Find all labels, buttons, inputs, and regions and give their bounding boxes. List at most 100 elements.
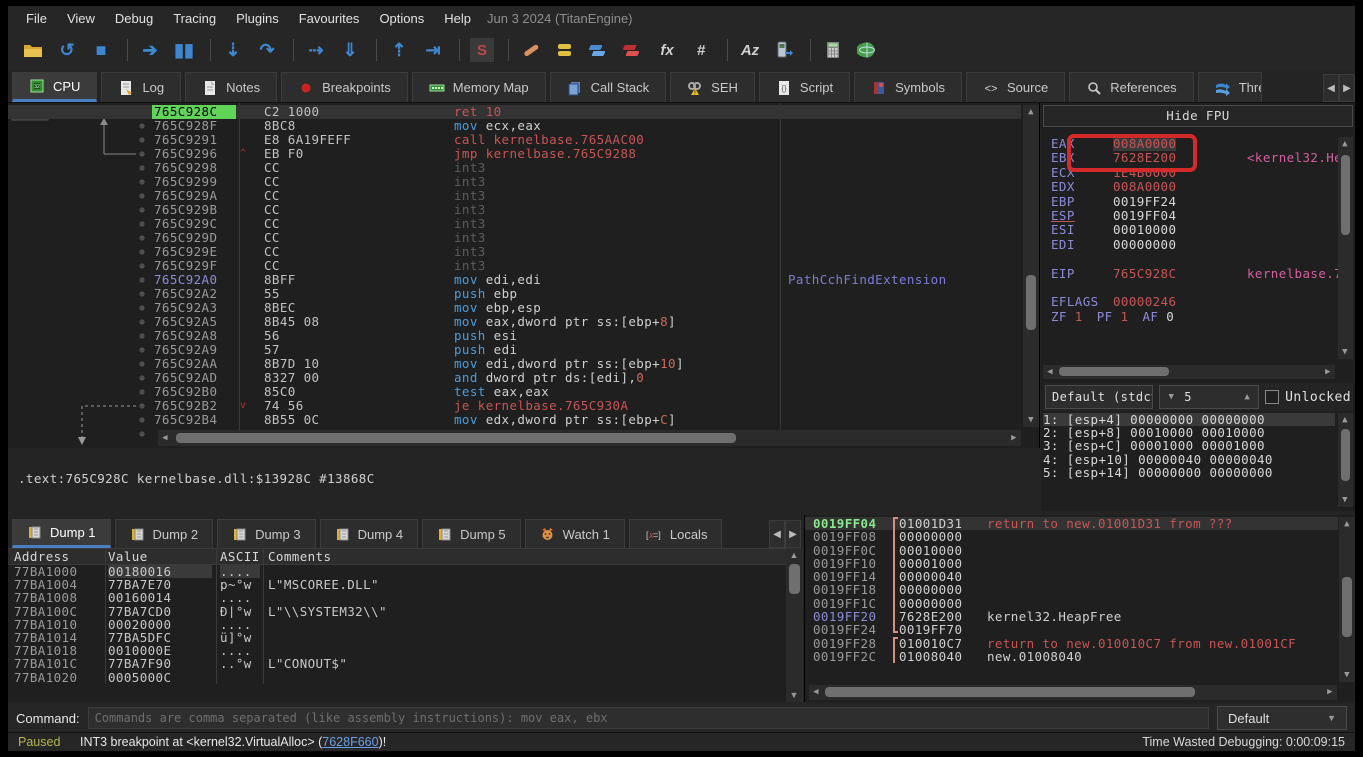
calling-convention-select[interactable]: Default (stdc▼ [1045, 385, 1153, 409]
menu-help[interactable]: Help [434, 8, 481, 29]
menu-options[interactable]: Options [369, 8, 434, 29]
tab-scroll-right-button[interactable]: ▶ [1339, 74, 1355, 102]
dump-row[interactable]: 77BA101000020000.... [8, 618, 786, 631]
disasm-row[interactable]: 765C92A08BFFmov edi,ediPathCchFindExtens… [8, 273, 1021, 287]
disasm-row[interactable]: 765C92A856push esi [8, 329, 1021, 343]
disasm-row[interactable]: 765C929ACCint3 [8, 189, 1021, 203]
disasm-row[interactable]: 765C929DCCint3 [8, 231, 1021, 245]
stack-row[interactable]: 0019FF28010010C7return to new.010010C7 f… [805, 637, 1338, 650]
tab-notes[interactable]: Notes [185, 72, 277, 102]
tab-threads[interactable]: Threads [1198, 72, 1262, 102]
restart-icon[interactable]: ↺ [52, 36, 82, 64]
seh-chain-icon[interactable]: S [467, 36, 497, 64]
patch-icon[interactable] [516, 36, 546, 64]
hash-icon[interactable]: # [686, 36, 716, 64]
menu-tracing[interactable]: Tracing [163, 8, 226, 29]
stack-row[interactable]: 0019FF1C00000000 [805, 597, 1338, 610]
disasm-row[interactable]: 765C9291E8 6A19FEFFcall kernelbase.765AA… [8, 133, 1021, 147]
tab-call-stack[interactable]: Call Stack [550, 72, 667, 102]
disasm-row[interactable]: 765C929FCCint3 [8, 259, 1021, 273]
disasm-row[interactable]: 765C9299CCint3 [8, 175, 1021, 189]
arguments-vertical-scrollbar[interactable]: ▲ ▼ [1338, 413, 1353, 507]
argument-row[interactable]: 5: [esp+14] 00000000 00000000 [1043, 466, 1335, 479]
disasm-row[interactable]: 765C92B085C0test eax,eax [8, 385, 1021, 399]
disassembly-pane[interactable]: EIP 765C928CC2 1000ret 10765C928F8BC8mov… [8, 103, 1040, 448]
step-out-icon[interactable]: ⇡ [384, 36, 414, 64]
stack-row[interactable]: 0019FF0C00010000 [805, 544, 1338, 557]
trace-into-icon[interactable]: ⇢ [301, 36, 331, 64]
stack-row[interactable]: 0019FF0800000000 [805, 530, 1338, 543]
bookmark-icon[interactable] [618, 36, 648, 64]
dump-vertical-scrollbar[interactable]: ▲ ▼ [786, 548, 803, 702]
arguments-list[interactable]: 1: [esp+4] 00000000 000000002: [esp+8] 0… [1043, 413, 1335, 507]
disasm-row[interactable]: 765C9296^EB F0jmp kernelbase.765C9288 [8, 147, 1021, 161]
tab-dump-5[interactable]: Dump 5 [422, 519, 521, 548]
stack-row[interactable]: 0019FF2C01008040new.01008040 [805, 650, 1338, 663]
menu-view[interactable]: View [57, 8, 105, 29]
stack-vertical-scrollbar[interactable]: ▲ ▼ [1339, 517, 1355, 682]
dump-table[interactable]: AddressValueASCIIComments77BA10000018001… [8, 548, 786, 702]
command-profile-select[interactable]: Default▼ [1217, 706, 1347, 730]
argument-row[interactable]: 3: [esp+C] 00001000 00001000 [1043, 439, 1335, 452]
trace-over-icon[interactable]: ⇓ [335, 36, 365, 64]
disasm-row[interactable]: 765C929ECCint3 [8, 245, 1021, 259]
menu-file[interactable]: File [16, 8, 57, 29]
tab-dump-1[interactable]: Dump 1 [12, 519, 111, 548]
flags-row[interactable]: ZF 1PF 1AF 0 [1051, 310, 1333, 324]
tab-script[interactable]: {}Script [759, 72, 850, 102]
breakpoint-address-link[interactable]: 7628F660 [322, 735, 378, 749]
disasm-vertical-scrollbar[interactable]: ▲ ▼ [1023, 105, 1039, 427]
open-file-icon[interactable] [18, 36, 48, 64]
goto-icon[interactable] [769, 36, 799, 64]
menu-plugins[interactable]: Plugins [226, 8, 289, 29]
tab-memory-map[interactable]: Memory Map [412, 72, 546, 102]
disasm-row[interactable]: 765C929CCCint3 [8, 217, 1021, 231]
disasm-row[interactable]: 765C928F8BC8mov ecx,eax [8, 119, 1021, 133]
tab-dump-2[interactable]: Dump 2 [115, 519, 214, 548]
case-icon[interactable]: Az [735, 36, 765, 64]
stack-row[interactable]: 0019FF1800000000 [805, 583, 1338, 596]
tab-dump-3[interactable]: Dump 3 [217, 519, 316, 548]
stack-row[interactable]: 0019FF0401001D31return to new.01001D31 f… [805, 517, 1338, 530]
disasm-row[interactable]: 765C9298CCint3 [8, 161, 1021, 175]
calculator-icon[interactable] [818, 36, 848, 64]
disasm-row[interactable]: 765C92A58B45 08mov eax,dword ptr ss:[ebp… [8, 315, 1021, 329]
disasm-row[interactable]: 765C92B2v74 56je kernelbase.765C930A [8, 399, 1021, 413]
stack-pane[interactable]: 0019FF0401001D31return to new.01001D31 f… [804, 515, 1355, 702]
label-icon[interactable] [584, 36, 614, 64]
tab-seh[interactable]: !SEH [670, 72, 755, 102]
disasm-row[interactable]: 765C92A38BECmov ebp,esp [8, 301, 1021, 315]
tab-breakpoints[interactable]: Breakpoints [281, 72, 408, 102]
stack-row[interactable]: 0019FF1000001000 [805, 557, 1338, 570]
unlocked-checkbox[interactable]: Unlocked [1265, 390, 1351, 405]
register-row[interactable]: EIP765C928Ckernelbase.7 [1051, 267, 1333, 281]
argument-count-spinner[interactable]: ▼5▲ [1159, 385, 1259, 409]
register-row[interactable]: ESP0019FF04 [1051, 209, 1333, 223]
registers-vertical-scrollbar[interactable]: ▲ ▼ [1338, 137, 1353, 359]
dump-row[interactable]: 77BA100C77BA7CD0Ð|°wL"\\SYSTEM32\\" [8, 605, 786, 618]
disasm-row[interactable]: 765C92A255push ebp [8, 287, 1021, 301]
stack-row[interactable]: 0019FF240019FF70 [805, 623, 1338, 636]
tab-dump-4[interactable]: Dump 4 [320, 519, 419, 548]
stop-icon[interactable]: ■ [86, 36, 116, 64]
register-row[interactable]: EBP0019FF24 [1051, 195, 1333, 209]
globe-icon[interactable] [852, 36, 882, 64]
checkbox-icon[interactable] [1265, 390, 1279, 404]
register-row[interactable]: ESI00010000 [1051, 223, 1333, 237]
disasm-horizontal-scrollbar[interactable]: ◀ ▶ [158, 430, 1021, 446]
tab-scroll-left-button[interactable]: ◀ [1323, 74, 1339, 102]
stack-row[interactable]: 0019FF207628E200kernel32.HeapFree [805, 610, 1338, 623]
comment-icon[interactable] [550, 36, 580, 64]
run-to-user-code-icon[interactable]: ⇥ [418, 36, 448, 64]
register-row[interactable]: EDI00000000 [1051, 238, 1333, 252]
disasm-row[interactable]: 765C929BCCint3 [8, 203, 1021, 217]
command-input[interactable] [88, 707, 1209, 729]
disasm-row[interactable]: 765C92A957push edi [8, 343, 1021, 357]
tab-symbols[interactable]: Symbols [854, 72, 962, 102]
tab-watch-1[interactable]: Watch 1 [525, 519, 625, 548]
menu-debug[interactable]: Debug [105, 8, 163, 29]
register-row[interactable]: EFLAGS00000246 [1051, 295, 1333, 309]
disasm-row[interactable]: 765C92AA8B7D 10mov edi,dword ptr ss:[ebp… [8, 357, 1021, 371]
hide-fpu-button[interactable]: Hide FPU [1043, 105, 1353, 127]
run-icon[interactable]: ➔ [135, 36, 165, 64]
